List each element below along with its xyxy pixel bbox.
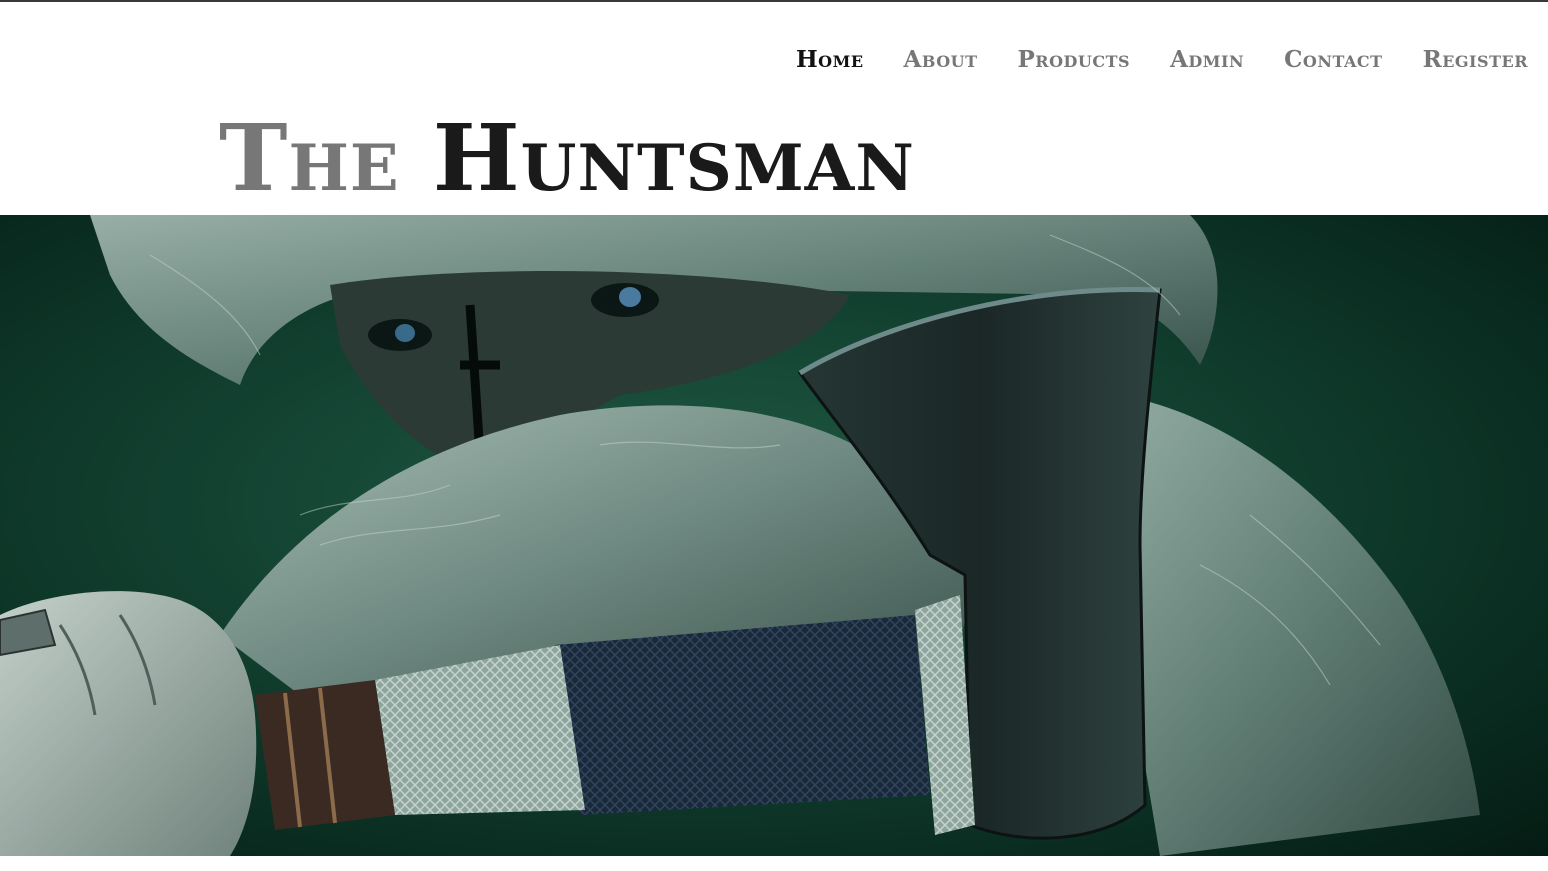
nav-about-link[interactable]: About xyxy=(904,44,978,76)
handle-ferrule xyxy=(255,680,395,830)
nav-admin-link[interactable]: Admin xyxy=(1170,44,1244,76)
nav-home-link[interactable]: Home xyxy=(796,44,864,76)
page: Home About Products Admin Contact Regist… xyxy=(0,0,1548,871)
handle-dark-wrap xyxy=(555,615,930,815)
main-nav: Home About Products Admin Contact Regist… xyxy=(756,44,1528,76)
hunter-with-axe-hero-image xyxy=(0,215,1548,856)
site-title-main: Huntsman xyxy=(432,104,915,212)
nav-contact-link[interactable]: Contact xyxy=(1284,44,1382,76)
hero-illustration xyxy=(0,215,1548,856)
left-eye-iris xyxy=(395,324,415,342)
nav-products-link[interactable]: Products xyxy=(1018,44,1131,76)
top-rule-divider xyxy=(0,0,1548,2)
site-title: The Huntsman xyxy=(219,108,915,208)
site-title-prefix: The xyxy=(219,104,400,212)
right-eye-iris xyxy=(619,287,641,307)
nav-register-link[interactable]: Register xyxy=(1423,44,1528,76)
